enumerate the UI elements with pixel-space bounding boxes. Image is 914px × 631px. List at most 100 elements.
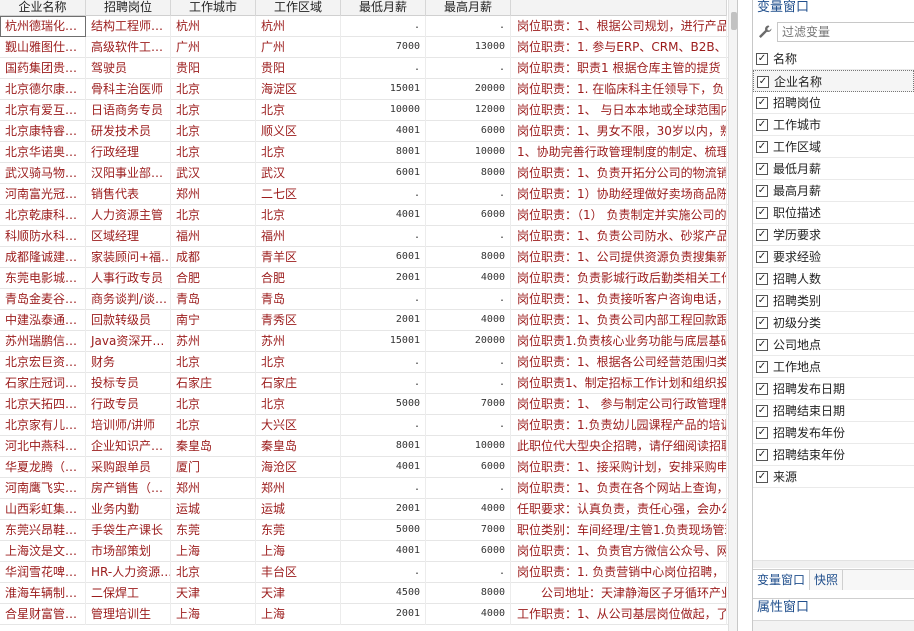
variable-checkbox[interactable]: ✓ [756, 141, 768, 153]
table-cell[interactable]: 华夏龙腾（… [0, 457, 86, 478]
table-cell[interactable]: 北京 [171, 121, 256, 142]
table-cell[interactable]: 10000 [341, 100, 426, 121]
table-cell[interactable]: 东莞 [256, 520, 341, 541]
table-cell[interactable]: 上海 [171, 604, 256, 625]
table-cell[interactable]: 商务谈判/谈… [86, 289, 171, 310]
table-cell[interactable]: 公司地址：天津静海区子牙循环产业 [511, 583, 727, 604]
table-cell[interactable]: 骨科主治医师 [86, 79, 171, 100]
table-cell[interactable]: 岗位职责：（1） 负责制定并实施公司的 [511, 205, 727, 226]
table-cell[interactable]: 上海 [256, 604, 341, 625]
table-cell[interactable]: . [341, 58, 426, 79]
table-cell[interactable]: HR-人力资源… [86, 562, 171, 583]
tab-variable-window[interactable]: 变量窗口 [753, 570, 811, 590]
column-header[interactable]: 企业名称 [0, 0, 86, 16]
table-cell[interactable]: 市场部策划 [86, 541, 171, 562]
variable-checkbox[interactable]: ✓ [756, 185, 768, 197]
table-cell[interactable]: 管理培训生 [86, 604, 171, 625]
table-cell[interactable]: 石家庄 [256, 373, 341, 394]
table-cell[interactable]: 北京天拓四… [0, 394, 86, 415]
variable-checkbox[interactable]: ✓ [756, 97, 768, 109]
table-cell[interactable]: . [426, 562, 511, 583]
variable-item[interactable]: ✓ 职位描述 [753, 202, 914, 224]
table-cell[interactable]: 岗位职责：1、 参与制定公司行政管理制 [511, 394, 727, 415]
table-row[interactable]: 东莞电影城… 人事行政专员 合肥 合肥 2001 4000 岗位职责：负责影城行政后勤类相关… [0, 268, 737, 289]
variable-checkbox[interactable]: ✓ [756, 229, 768, 241]
table-cell[interactable]: 北京宏巨资… [0, 352, 86, 373]
variable-item[interactable]: ✓ 名称 [753, 48, 914, 70]
table-cell[interactable]: 区域经理 [86, 226, 171, 247]
table-cell[interactable]: 6001 [341, 163, 426, 184]
table-cell[interactable]: 郑州 [171, 184, 256, 205]
table-row[interactable]: 科顺防水科… 区域经理 福州 福州.. 岗位职责：1、负责公司防水、砂浆产品 [0, 226, 737, 247]
table-cell[interactable]: 10000 [426, 436, 511, 457]
table-cell[interactable]: 山西彩虹集… [0, 499, 86, 520]
table-row[interactable]: 河南鹰飞实… 房产销售（… 郑州 郑州.. 岗位职责：1、负责在各个网站上查询， [0, 478, 737, 499]
table-cell[interactable]: 岗位职责：1、负责在各个网站上查询， [511, 478, 727, 499]
table-cell[interactable]: 5000 [341, 520, 426, 541]
table-cell[interactable]: 武汉 [256, 163, 341, 184]
tab-snapshot[interactable]: 快照 [810, 570, 844, 590]
table-cell[interactable]: 北京 [256, 205, 341, 226]
table-cell[interactable]: 武汉骑马物… [0, 163, 86, 184]
table-row[interactable]: 国药集团贵… 驾驶员 贵阳 贵阳.. 岗位职责：职责1 根据仓库主管的提货 [0, 58, 737, 79]
table-cell[interactable]: . [426, 352, 511, 373]
table-cell[interactable]: 4000 [426, 499, 511, 520]
table-cell[interactable]: 运城 [171, 499, 256, 520]
table-cell[interactable]: 北京 [256, 394, 341, 415]
variable-item[interactable]: ✓ 最低月薪 [753, 158, 914, 180]
table-cell[interactable]: 合肥 [171, 268, 256, 289]
table-cell[interactable]: . [426, 58, 511, 79]
table-cell[interactable]: 苏州瑞鹏信… [0, 331, 86, 352]
table-cell[interactable]: 河北中燕科… [0, 436, 86, 457]
table-cell[interactable]: 10000 [426, 142, 511, 163]
table-cell[interactable]: 青秀区 [256, 310, 341, 331]
table-cell[interactable]: 北京 [256, 100, 341, 121]
table-cell[interactable]: 岗位职责：1、男女不限，30岁以内，熟 [511, 121, 727, 142]
table-cell[interactable]: 青岛 [171, 289, 256, 310]
table-row[interactable]: 北京天拓四… 行政专员 北京 北京 5000 7000 岗位职责：1、 参与制定公司行政管理… [0, 394, 737, 415]
table-cell[interactable]: 回款转级员 [86, 310, 171, 331]
table-cell[interactable]: . [341, 562, 426, 583]
table-cell[interactable]: 福州 [256, 226, 341, 247]
table-cell[interactable]: 北京 [171, 562, 256, 583]
table-cell[interactable]: 北京 [256, 352, 341, 373]
table-cell[interactable]: 8001 [341, 142, 426, 163]
table-cell[interactable]: 贵阳 [256, 58, 341, 79]
table-cell[interactable]: . [341, 184, 426, 205]
table-cell[interactable]: 海沧区 [256, 457, 341, 478]
table-cell[interactable]: 岗位职责：1、负责官方微信公众号、网 [511, 541, 727, 562]
table-cell[interactable]: 行政专员 [86, 394, 171, 415]
table-cell[interactable]: 岗位职责：1、负责开拓分公司的物流销 [511, 163, 727, 184]
variable-checkbox[interactable]: ✓ [756, 383, 768, 395]
table-cell[interactable]: 岗位职责：负责影城行政后勤类相关工作 [511, 268, 727, 289]
variable-checkbox[interactable]: ✓ [756, 53, 768, 65]
table-cell[interactable]: 华润雪花啤… [0, 562, 86, 583]
table-cell[interactable]: 培训师/讲师 [86, 415, 171, 436]
table-cell[interactable]: . [426, 16, 511, 37]
table-cell[interactable]: Java资深开… [86, 331, 171, 352]
table-cell[interactable]: 石家庄冠词… [0, 373, 86, 394]
table-cell[interactable]: 岗位职责：1）协助经理做好卖场商品陈 [511, 184, 727, 205]
table-cell[interactable]: 北京 [171, 100, 256, 121]
table-cell[interactable]: 驾驶员 [86, 58, 171, 79]
column-header[interactable]: 工作城市 [171, 0, 256, 16]
table-cell[interactable]: 销售代表 [86, 184, 171, 205]
table-cell[interactable]: 7000 [426, 520, 511, 541]
table-cell[interactable]: 天津 [256, 583, 341, 604]
table-cell[interactable]: 成都 [171, 247, 256, 268]
table-cell[interactable]: . [426, 415, 511, 436]
table-cell[interactable]: 河南鹰飞实… [0, 478, 86, 499]
table-cell[interactable]: 岗位职责：1、根据各公司经营范围归类 [511, 352, 727, 373]
variable-checkbox[interactable]: ✓ [756, 317, 768, 329]
table-row[interactable]: 苏州瑞鹏信… Java资深开… 苏州 苏州 15001 20000 岗位职责1.负责核心业务… [0, 331, 737, 352]
table-cell[interactable]: 觐山雅图仕… [0, 37, 86, 58]
variable-item[interactable]: ✓ 招聘岗位 [753, 92, 914, 114]
variable-item[interactable]: ✓ 公司地点 [753, 334, 914, 356]
table-cell[interactable]: 6000 [426, 541, 511, 562]
table-row[interactable]: 北京家有儿… 培训师/讲师 北京 大兴区.. 岗位职责：1.负责幼儿园课程产品的培训 [0, 415, 737, 436]
variable-checkbox[interactable]: ✓ [756, 405, 768, 417]
column-header[interactable] [511, 0, 727, 16]
table-cell[interactable]: 行政经理 [86, 142, 171, 163]
table-cell[interactable]: 北京 [171, 415, 256, 436]
table-cell[interactable]: 青岛 [256, 289, 341, 310]
